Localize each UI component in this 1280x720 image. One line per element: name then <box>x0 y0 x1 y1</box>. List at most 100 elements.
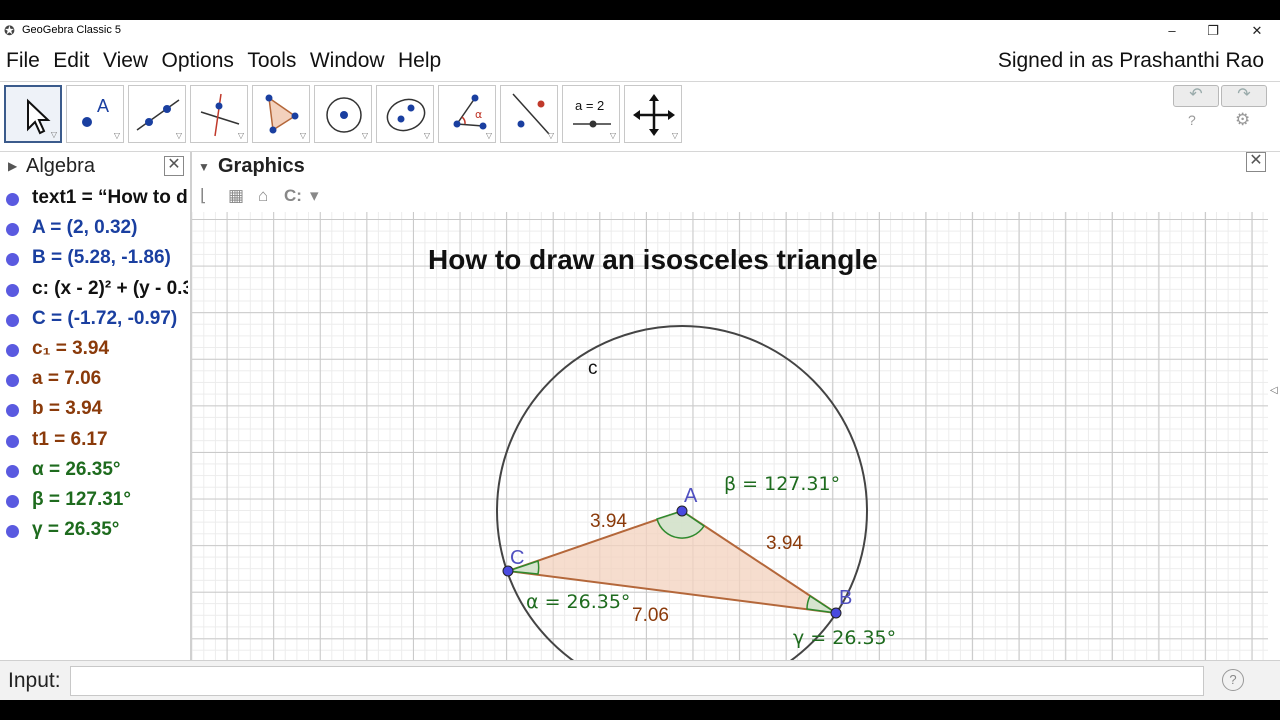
point-tool-button[interactable]: A ▽ <box>66 85 124 143</box>
close-window-button[interactable]: ✕ <box>1237 20 1277 42</box>
graphics-style-bar: ⌊ ▦ ⌂ C: ▾ <box>192 183 1280 211</box>
algebra-header: ▶ Algebra ✕ <box>0 152 190 182</box>
circle-label: c <box>588 358 598 379</box>
graphics-drawing: How to draw an isosceles triangle c A B … <box>428 244 896 680</box>
visibility-toggle-icon[interactable] <box>6 253 19 267</box>
algebra-item[interactable]: a = 7.06 <box>0 365 188 395</box>
circle-tool-button[interactable]: ▽ <box>314 85 372 143</box>
polygon-tool-button[interactable]: ▽ <box>252 85 310 143</box>
conic-tool-button[interactable]: ▽ <box>376 85 434 143</box>
point-C-label: C <box>510 547 524 569</box>
input-field[interactable] <box>70 666 1204 696</box>
menu-tools[interactable]: Tools <box>247 44 296 78</box>
visibility-toggle-icon[interactable] <box>6 223 19 237</box>
move-graphics-tool-button[interactable]: ▽ <box>624 85 682 143</box>
algebra-item[interactable]: b = 3.94 <box>0 395 188 425</box>
angle-tool-button[interactable]: α ▽ <box>438 85 496 143</box>
close-graphics-icon[interactable]: ✕ <box>1246 152 1266 172</box>
visibility-toggle-icon[interactable] <box>6 434 19 448</box>
side-CA-label: 3.94 <box>590 511 627 532</box>
redo-icon[interactable]: ↷ <box>1221 85 1267 107</box>
menu-help[interactable]: Help <box>398 44 441 78</box>
visibility-toggle-icon[interactable] <box>6 404 19 418</box>
title-bar: ✪ GeoGebra Classic 5 – ❐ ✕ <box>0 20 1280 42</box>
menu-window[interactable]: Window <box>310 44 385 78</box>
algebra-title: Algebra <box>26 155 95 177</box>
algebra-item-text: B = (5.28, -1.86) <box>32 247 171 269</box>
point-B[interactable] <box>830 607 842 619</box>
restore-button[interactable]: ❐ <box>1193 20 1233 42</box>
visibility-toggle-icon[interactable] <box>6 525 19 539</box>
visibility-toggle-icon[interactable] <box>6 193 19 206</box>
settings-gear-icon[interactable]: ⚙ <box>1235 110 1250 130</box>
axes-toggle-icon[interactable]: ⌊ <box>200 186 207 206</box>
algebra-item[interactable]: γ = 26.35° <box>0 516 188 546</box>
collapse-down-icon[interactable]: ▼ <box>198 160 210 174</box>
algebra-item[interactable]: c: (x - 2)² + (y - 0.32)² = 15.52 <box>0 275 188 305</box>
visibility-toggle-icon[interactable] <box>6 313 19 327</box>
algebra-item-text: C = (-1.72, -0.97) <box>32 307 178 329</box>
input-help-icon[interactable]: ? <box>1222 669 1244 691</box>
algebra-item-text: c₁ = 3.94 <box>32 337 110 359</box>
home-icon[interactable]: ⌂ <box>258 186 268 206</box>
algebra-item[interactable]: B = (5.28, -1.86) <box>0 244 188 274</box>
point-B-label: B <box>839 587 852 609</box>
alpha-label: α = 26.35° <box>526 591 630 613</box>
beta-label: β = 127.31° <box>724 473 840 495</box>
algebra-item[interactable]: C = (-1.72, -0.97) <box>0 305 188 335</box>
algebra-item-text: t1 = 6.17 <box>32 428 108 450</box>
svg-text:A: A <box>97 96 109 116</box>
algebra-item[interactable]: c₁ = 3.94 <box>0 335 188 365</box>
toolbar-help-icon[interactable]: ? <box>1188 112 1196 128</box>
close-algebra-icon[interactable]: ✕ <box>164 156 184 176</box>
grid-toggle-icon[interactable]: ▦ <box>228 186 244 206</box>
visibility-toggle-icon[interactable] <box>6 343 19 357</box>
point-capture-icon[interactable]: C: <box>284 186 302 206</box>
title-text[interactable]: How to draw an isosceles triangle <box>428 244 878 275</box>
collapse-arrow-icon[interactable]: ▶ <box>8 159 17 173</box>
algebra-item-text: γ = 26.35° <box>32 519 120 541</box>
visibility-toggle-icon[interactable] <box>6 283 19 297</box>
geogebra-window: ✪ GeoGebra Classic 5 – ❐ ✕ File Edit Vie… <box>0 20 1280 700</box>
svg-text:α: α <box>475 108 482 121</box>
minimize-button[interactable]: – <box>1152 20 1192 42</box>
algebra-item-text: a = 7.06 <box>32 368 102 390</box>
algebra-item[interactable]: β = 127.31° <box>0 486 188 516</box>
graphics-title: Graphics <box>218 155 305 177</box>
algebra-item-text: c: (x - 2)² + (y - 0.32)² = 15.52 <box>32 277 188 299</box>
menu-view[interactable]: View <box>103 44 148 78</box>
point-A[interactable] <box>676 505 688 517</box>
menu-file[interactable]: File <box>6 44 40 78</box>
visibility-toggle-icon[interactable] <box>6 464 19 478</box>
signed-in-status[interactable]: Signed in as Prashanthi Rao <box>998 44 1264 78</box>
point-A-label: A <box>684 485 698 507</box>
algebra-item[interactable]: t1 = 6.17 <box>0 426 188 456</box>
side-panel-toggle-icon[interactable]: ◁ <box>1270 385 1278 396</box>
menu-divider <box>0 81 1280 82</box>
move-tool-button[interactable]: ▽ <box>4 85 62 143</box>
undo-icon[interactable]: ↶ <box>1173 85 1219 107</box>
input-label: Input: <box>8 669 61 692</box>
reflect-tool-button[interactable]: ▽ <box>500 85 558 143</box>
visibility-toggle-icon[interactable] <box>6 494 19 508</box>
algebra-item-text: A = (2, 0.32) <box>32 217 138 239</box>
menu-edit[interactable]: Edit <box>53 44 89 78</box>
window-title: GeoGebra Classic 5 <box>22 24 122 36</box>
menu-options[interactable]: Options <box>162 44 234 78</box>
geogebra-logo-icon: ✪ <box>4 23 15 38</box>
algebra-item-text: b = 3.94 <box>32 398 103 420</box>
perpendicular-tool-button[interactable]: ▽ <box>190 85 248 143</box>
graphics-canvas[interactable]: How to draw an isosceles triangle c A B … <box>192 212 1268 680</box>
slider-tool-button[interactable]: a = 2 ▽ <box>562 85 620 143</box>
algebra-item-text: text1 = “How to draw an isosceles triang… <box>32 187 188 208</box>
algebra-item[interactable]: α = 26.35° <box>0 456 188 486</box>
algebra-item[interactable]: text1 = “How to draw an isosceles triang… <box>0 184 188 214</box>
input-bar: Input: ? <box>0 660 1280 700</box>
line-tool-button[interactable]: ▽ <box>128 85 186 143</box>
algebra-item-text: α = 26.35° <box>32 458 121 480</box>
algebra-item[interactable]: A = (2, 0.32) <box>0 214 188 244</box>
visibility-toggle-icon[interactable] <box>6 374 19 388</box>
slider-tool-label: a = 2 <box>575 98 605 113</box>
dropdown-arrow-icon[interactable]: ▾ <box>310 186 319 206</box>
gamma-label: γ = 26.35° <box>793 627 896 649</box>
